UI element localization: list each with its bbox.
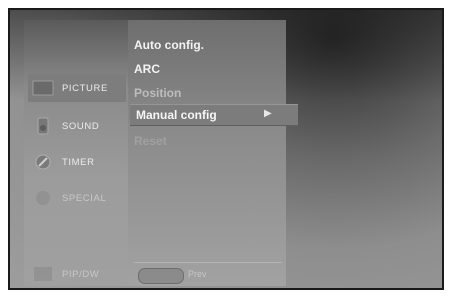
- footer-divider: [134, 262, 282, 263]
- prev-label: Prev: [188, 269, 207, 279]
- sidebar-item-label: PICTURE: [62, 82, 108, 94]
- menu-item-reset[interactable]: Reset: [134, 134, 167, 148]
- sidebar-item-label: PIP/DW: [62, 268, 100, 280]
- picture-icon: [30, 77, 56, 99]
- sidebar-item-picture[interactable]: PICTURE: [28, 74, 126, 102]
- clock-icon: [30, 151, 56, 173]
- sidebar-item-sound[interactable]: SOUND: [28, 112, 126, 140]
- menu-item-arc[interactable]: ARC: [134, 62, 160, 76]
- menu-item-position[interactable]: Position: [134, 86, 181, 100]
- menu-item-label: Manual config: [136, 108, 217, 122]
- menu-item-auto-config[interactable]: Auto config.: [134, 38, 204, 52]
- menu-item-manual-config[interactable]: Manual config ▶: [130, 104, 298, 126]
- chevron-right-icon: ▶: [264, 108, 272, 119]
- special-icon: [30, 187, 56, 209]
- prev-button[interactable]: [138, 268, 184, 284]
- main-menu-sidebar: PICTURE SOUND TIMER SPECIAL PIP/DW: [24, 20, 128, 286]
- sidebar-item-timer[interactable]: TIMER: [28, 148, 126, 176]
- pip-icon: [30, 263, 56, 285]
- screen-submenu: Auto config. ARC Position Reset: [128, 20, 286, 286]
- sidebar-item-label: SPECIAL: [62, 192, 107, 204]
- speaker-icon: [30, 115, 56, 137]
- sidebar-item-label: SOUND: [62, 120, 100, 132]
- sidebar-item-label: TIMER: [62, 156, 95, 168]
- sidebar-item-pip[interactable]: PIP/DW: [28, 260, 126, 288]
- sidebar-item-special[interactable]: SPECIAL: [28, 184, 126, 212]
- osd-screen: PICTURE SOUND TIMER SPECIAL PIP/DW Auto …: [8, 8, 444, 290]
